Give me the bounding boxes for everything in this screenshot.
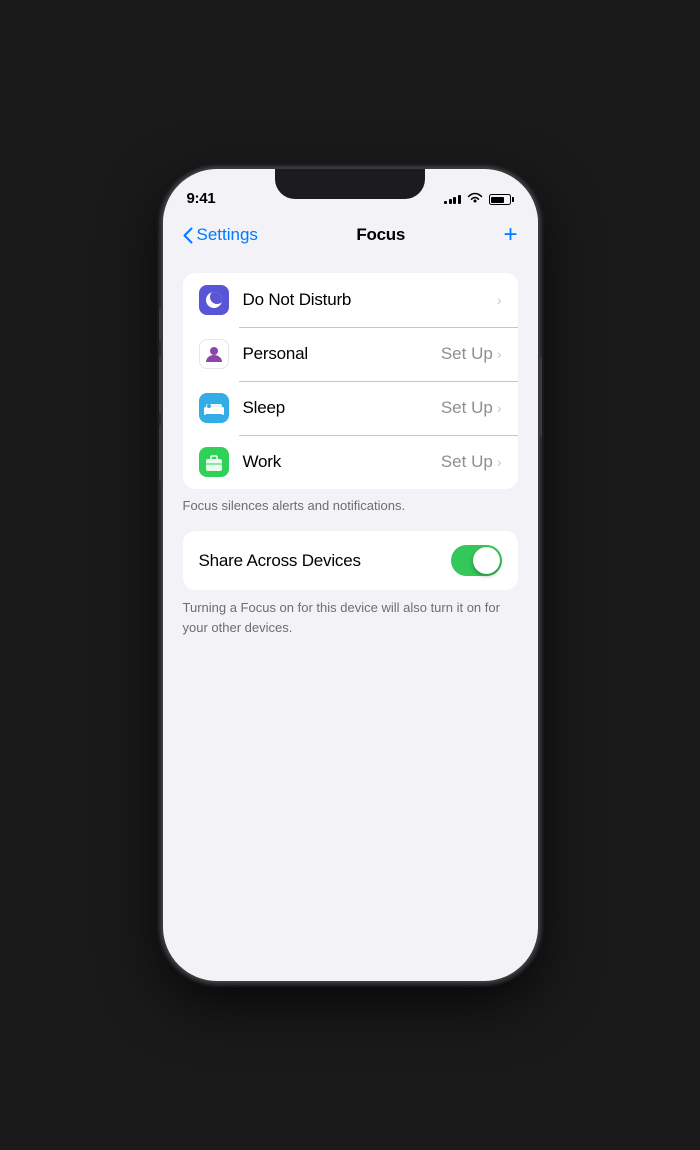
signal-bar-2 xyxy=(449,199,452,204)
dnd-icon xyxy=(199,285,229,315)
content-area: Do Not Disturb › Personal S xyxy=(163,257,538,981)
dnd-label: Do Not Disturb xyxy=(243,290,497,310)
personal-label: Personal xyxy=(243,344,441,364)
personal-right: Set Up › xyxy=(441,344,502,364)
nav-bar: Settings Focus + xyxy=(163,213,538,257)
back-button[interactable]: Settings xyxy=(183,225,258,245)
power-button[interactable] xyxy=(538,357,542,437)
work-chevron-icon: › xyxy=(497,454,502,470)
focus-list-card: Do Not Disturb › Personal S xyxy=(183,273,518,489)
wifi-icon xyxy=(467,192,483,207)
share-toggle[interactable] xyxy=(451,545,502,576)
sleep-item[interactable]: Sleep Set Up › xyxy=(183,381,518,435)
work-right: Set Up › xyxy=(441,452,502,472)
signal-bar-1 xyxy=(444,201,447,204)
dnd-chevron-icon: › xyxy=(497,292,502,308)
personal-setup-label: Set Up xyxy=(441,344,493,364)
work-icon xyxy=(199,447,229,477)
add-button[interactable]: + xyxy=(503,221,517,249)
phone-screen: 9:41 xyxy=(163,169,538,981)
share-label: Share Across Devices xyxy=(199,551,361,571)
briefcase-icon xyxy=(204,451,224,473)
toggle-knob xyxy=(473,547,500,574)
personal-icon xyxy=(199,339,229,369)
sleep-label: Sleep xyxy=(243,398,441,418)
personal-item[interactable]: Personal Set Up › xyxy=(183,327,518,381)
status-time: 9:41 xyxy=(187,190,216,207)
page-title: Focus xyxy=(356,225,405,245)
personal-chevron-icon: › xyxy=(497,346,502,362)
sleep-right: Set Up › xyxy=(441,398,502,418)
work-item[interactable]: Work Set Up › xyxy=(183,435,518,489)
battery-icon xyxy=(489,194,514,205)
signal-bar-4 xyxy=(458,195,461,204)
share-caption: Turning a Focus on for this device will … xyxy=(163,590,538,637)
share-across-devices-card: Share Across Devices xyxy=(183,531,518,590)
work-label: Work xyxy=(243,452,441,472)
bed-icon xyxy=(203,400,225,416)
focus-caption: Focus silences alerts and notifications. xyxy=(163,489,538,531)
do-not-disturb-item[interactable]: Do Not Disturb › xyxy=(183,273,518,327)
notch xyxy=(275,169,425,199)
phone-frame: 9:41 xyxy=(163,169,538,981)
status-icons xyxy=(444,192,514,207)
work-setup-label: Set Up xyxy=(441,452,493,472)
dnd-right: › xyxy=(497,292,502,308)
back-label: Settings xyxy=(197,225,258,245)
sleep-setup-label: Set Up xyxy=(441,398,493,418)
person-icon xyxy=(204,344,224,364)
sleep-chevron-icon: › xyxy=(497,400,502,416)
sleep-icon xyxy=(199,393,229,423)
signal-icon xyxy=(444,195,461,204)
signal-bar-3 xyxy=(453,197,456,204)
